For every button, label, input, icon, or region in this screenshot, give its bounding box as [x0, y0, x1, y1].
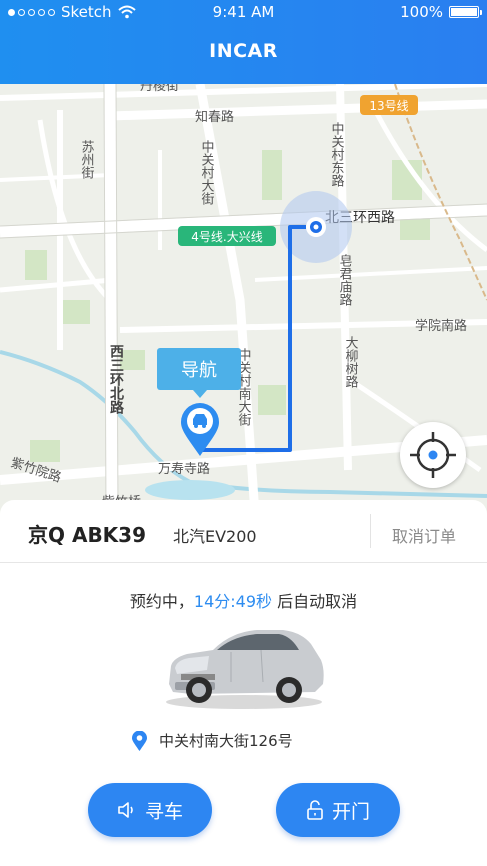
metro-badge-4-label: 4号线.大兴线 [191, 230, 262, 244]
map-label: 大柳树路 [343, 336, 359, 388]
navigate-label: 导航 [181, 360, 217, 381]
metro-badge-13-label: 13号线 [369, 99, 408, 113]
reservation-status: 预约中，14分:49秒 后自动取消 [0, 588, 487, 612]
crosshair-icon [410, 432, 456, 478]
reservation-suffix: 后自动取消 [272, 592, 358, 611]
reservation-prefix: 预约中， [129, 592, 194, 611]
status-right: 100% [400, 3, 482, 21]
find-car-button[interactable]: 寻车 [88, 783, 212, 837]
plate-number: 京Q ABK39 [28, 523, 147, 547]
speaker-icon [118, 802, 133, 818]
map-label: 学院南路 [415, 318, 467, 334]
header-divider [370, 514, 371, 548]
order-card: 京Q ABK39 北汽EV200 取消订单 预约中，14分:49秒 后自动取消 … [0, 500, 487, 866]
map-label: 皂君庙路 [337, 254, 353, 306]
battery-percent: 100% [400, 3, 443, 21]
locate-me-button[interactable] [400, 422, 466, 488]
order-card-header: 京Q ABK39 北汽EV200 取消订单 [0, 500, 487, 563]
open-door-button[interactable]: 开门 [276, 783, 400, 837]
map-label: 西三环北路 [108, 344, 124, 414]
map-label: 知春路 [195, 109, 234, 125]
battery-icon [449, 6, 482, 18]
countdown-timer: 14分:49秒 [193, 592, 273, 611]
page-title: INCAR [209, 40, 278, 62]
app-header: Sketch 9:41 AM 100% INCAR [0, 0, 487, 84]
map-label: 丹棱街 [140, 84, 179, 94]
open-door-label: 开门 [331, 800, 370, 823]
car-address: 中关村南大街126号 [132, 730, 293, 751]
lake [145, 480, 235, 500]
status-bar: Sketch 9:41 AM 100% [0, 0, 487, 24]
map-label: 万寿寺路 [158, 461, 210, 477]
address-text: 中关村南大街126号 [159, 732, 293, 750]
map-label: 中关村东路 [329, 122, 345, 187]
car-image [166, 630, 324, 709]
car-model: 北汽EV200 [173, 527, 257, 546]
map-view[interactable]: 丹棱街 知春路 万寿寺路 学院南路 紫竹院路 紫竹桥 苏州街 中关村大街 中关村… [0, 84, 487, 514]
map-label: 苏州街 [79, 139, 95, 179]
find-car-label: 寻车 [144, 800, 183, 823]
map-parks [25, 150, 430, 462]
unlock-icon [307, 800, 323, 820]
navigate-button[interactable]: 导航 [157, 348, 241, 398]
location-pin-icon [132, 730, 147, 751]
cancel-order-button[interactable]: 取消订单 [392, 523, 456, 547]
map-label: 中关村大街 [199, 140, 215, 205]
